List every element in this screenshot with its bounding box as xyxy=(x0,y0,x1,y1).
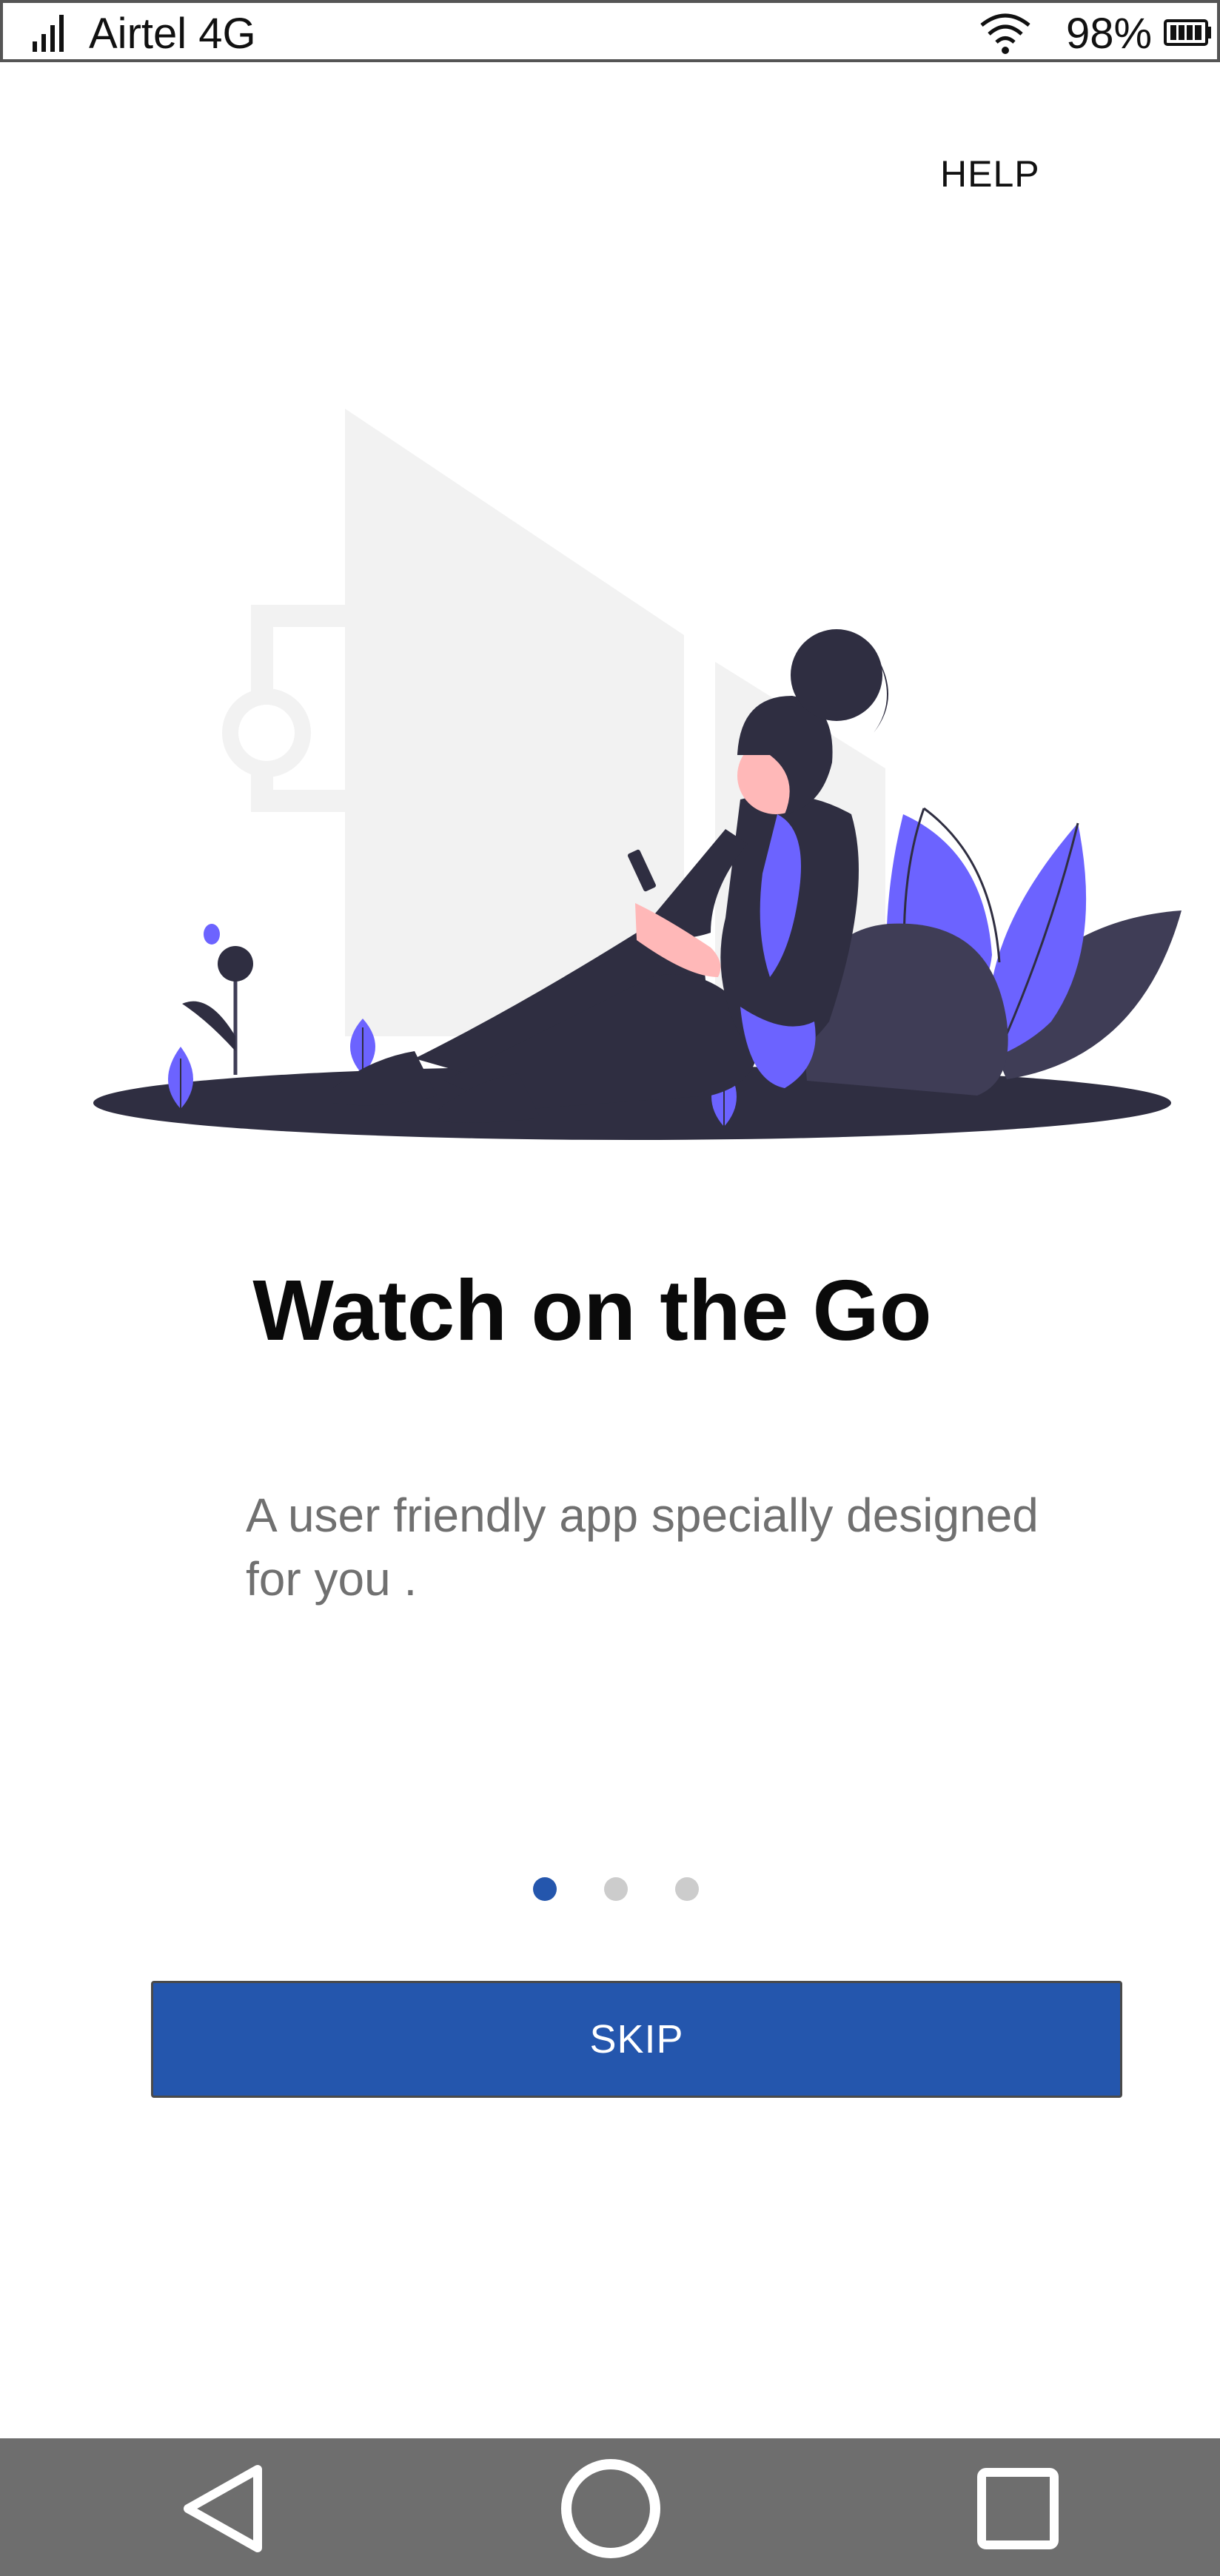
page-dot-3[interactable] xyxy=(675,1877,699,1901)
home-icon[interactable] xyxy=(555,2453,666,2564)
signal-icon xyxy=(33,15,64,52)
page-dot-2[interactable] xyxy=(604,1877,628,1901)
person-sitting-with-phone-illustration xyxy=(93,409,1182,1140)
battery-icon xyxy=(1164,19,1211,46)
recents-icon[interactable] xyxy=(962,2453,1073,2564)
slide-title: Watch on the Go xyxy=(252,1262,932,1358)
system-nav-bar xyxy=(0,2438,1220,2576)
battery-percentage: 98% xyxy=(1066,10,1153,58)
help-link[interactable]: HELP xyxy=(940,148,1040,200)
page-dot-1[interactable] xyxy=(533,1877,557,1901)
skip-button[interactable]: SKIP xyxy=(151,1981,1122,2098)
back-icon[interactable] xyxy=(169,2453,280,2564)
slide-description: A user friendly app specially designed f… xyxy=(246,1489,1039,1606)
carrier-name: Airtel 4G xyxy=(89,10,256,58)
status-bar: Airtel 4G 98% xyxy=(0,0,1220,62)
wifi-icon xyxy=(980,13,1030,54)
